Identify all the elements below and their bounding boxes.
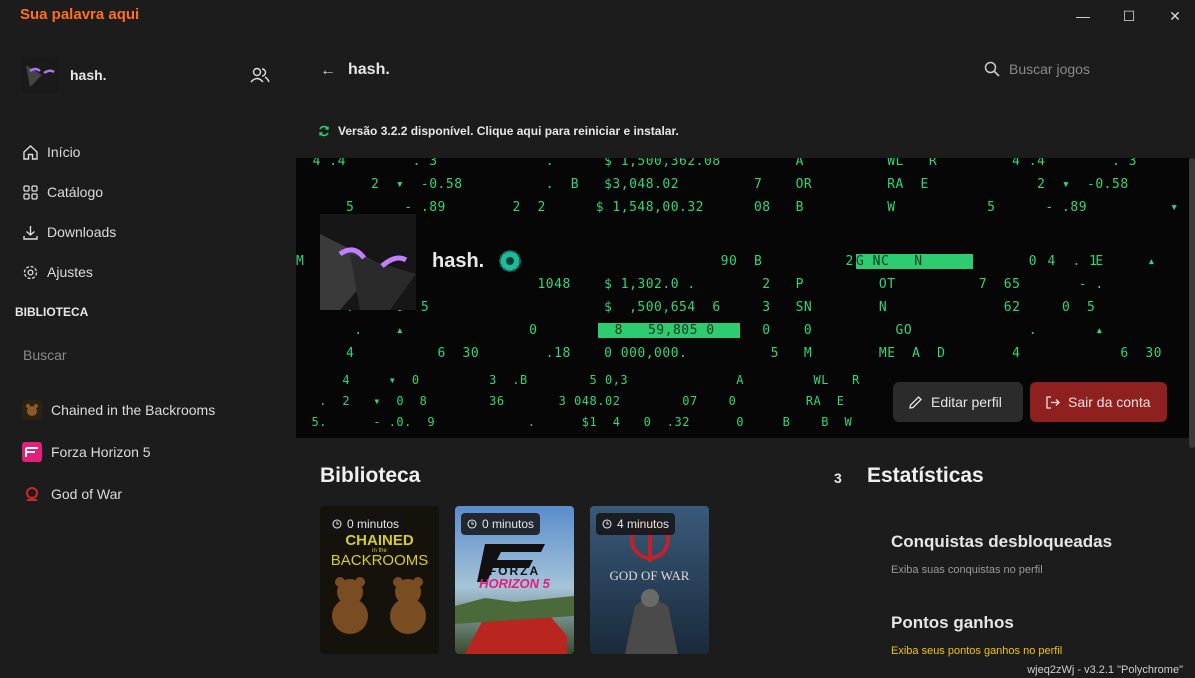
app-title: Sua palavra aqui [20,6,140,23]
sidebar-game-forza[interactable]: Forza Horizon 5 [22,431,215,473]
profile-banner: 4 .4 . 3 . $ 1,500,362.08 A WL R 4 .4 . … [296,158,1189,438]
grid-icon [23,184,38,200]
sidebar-item-downloads[interactable]: Downloads [22,212,116,252]
achievements-title: Conquistas desbloqueadas [891,532,1113,551]
page-title: hash. [348,61,390,78]
sidebar-item-label: Catálogo [47,184,104,200]
matrix-highlight: 8 59,805 0 [598,323,740,338]
library-title: Biblioteca [320,464,421,487]
clock-icon [602,519,612,529]
gear-icon [23,265,38,279]
avatar [22,57,58,93]
matrix-highlight: G NC N 4 . 1 ▴ 7 0 ▾ [856,254,1156,269]
search-icon [984,61,1000,77]
pencil-icon [909,395,922,409]
maximize-button[interactable]: ☐ [1119,6,1139,26]
points-title: Pontos ganhos [891,613,1014,632]
matrix-row: 2 ▾ -0.58 . B $3,048.02 7 OR RA E 2 ▾ -0… [296,177,1189,192]
back-arrow-icon[interactable]: ← [320,62,336,80]
title-bar: Sua palavra aqui — ☐ ✕ [0,0,1195,32]
game-card-chained[interactable]: CHAINED in the BACKROOMS 0 minutos [320,506,439,654]
sign-out-icon [1046,395,1060,409]
forza-game-icon [22,442,42,462]
sidebar-item-label: Início [47,144,81,160]
cover-subtitle: HORIZON 5 [479,576,550,591]
update-notice[interactable]: Versão 3.2.2 disponível. Clique aqui par… [318,124,679,138]
sidebar-game-label: Forza Horizon 5 [51,444,151,460]
search-input[interactable]: Buscar jogos [984,61,1090,77]
sidebar-item-label: Downloads [47,224,117,240]
library-heading: BIBLIOTECA [15,305,89,319]
sidebar-item-ajustes[interactable]: Ajustes [22,252,116,292]
matrix-row: . 0 5 $ ,500,654 6 3 SN N 62 0 5 [296,300,1179,315]
update-notice-text: Versão 3.2.2 disponível. Clique aqui par… [338,124,679,138]
sidebar-game-chained[interactable]: Chained in the Backrooms [22,389,215,431]
stats-title: Estatísticas [867,464,984,487]
sidebar-item-inicio[interactable]: Início [22,132,116,172]
playtime-badge: 4 minutos [596,513,676,535]
profile-avatar[interactable] [320,214,416,310]
sidebar-nav: Início Catálogo Downloads Ajustes [22,132,116,292]
sidebar-game-label: God of War [51,486,123,502]
sidebar-game-label: Chained in the Backrooms [51,402,216,418]
library-search-input[interactable]: Buscar [23,347,67,363]
main-content: ← hash. Buscar jogos Versão 3.2.2 dispon… [296,32,1195,678]
clock-icon [332,519,342,529]
close-button[interactable]: ✕ [1165,6,1185,26]
search-placeholder: Buscar jogos [1009,61,1090,77]
playtime-badge: 0 minutos [326,513,406,535]
cover-title: GOD OF WAR [609,568,690,583]
friends-icon[interactable] [250,66,270,84]
chained-game-icon [22,400,42,420]
profile-name: hash. [432,250,485,272]
sidebar-game-gow[interactable]: God of War [22,473,215,515]
playtime-badge: 0 minutos [461,513,541,535]
download-icon [23,225,38,240]
sidebar: hash. Início Catálogo Downloads Ajustes … [0,32,296,678]
scrollbar[interactable] [1189,158,1195,448]
sidebar-item-catalogo[interactable]: Catálogo [22,172,116,212]
sidebar-game-list: Chained in the Backrooms Forza Horizon 5… [22,389,215,515]
version-label: wjeq2zWj - v3.2.1 "Polychrome" [1027,664,1183,676]
matrix-row: . ▴ 0 0 0 GO . ▴ [296,323,1187,338]
verified-badge-icon [499,250,521,272]
game-card-forza[interactable]: FORZA HORIZON 5 0 minutos [455,506,574,654]
library-count: 3 [834,470,842,486]
cover-title: BACKROOMS [330,552,429,569]
sync-icon [319,125,329,137]
sidebar-item-label: Ajustes [47,264,93,280]
matrix-row: - . 1048 $ 1,302.0 . 2 P OT 7 65 - . [296,277,1187,292]
gow-game-icon [22,484,42,504]
profile-name: hash. [70,67,107,83]
matrix-row: 4 6 30 .18 0 000,000. 5 M ME A D 4 6 30 [296,346,1189,361]
home-icon [23,144,38,160]
matrix-row: 4 .4 . 3 . $ 1,500,362.08 A WL R 4 .4 . … [296,158,1189,169]
logout-button[interactable]: Sair da conta [1030,382,1167,422]
matrix-row: 5 - .89 2 2 $ 1,548,00.32 08 B W 5 - .89… [296,200,1189,215]
sidebar-profile[interactable]: hash. [22,57,107,93]
edit-profile-button[interactable]: Editar perfil [893,382,1023,422]
minimize-button[interactable]: — [1073,6,1093,26]
achievements-desc[interactable]: Exiba suas conquistas no perfil [891,564,1043,576]
clock-icon [467,519,477,529]
game-card-gow[interactable]: GOD OF WAR 4 minutos [590,506,709,654]
points-desc[interactable]: Exiba seus pontos ganhos no perfil [891,645,1062,657]
